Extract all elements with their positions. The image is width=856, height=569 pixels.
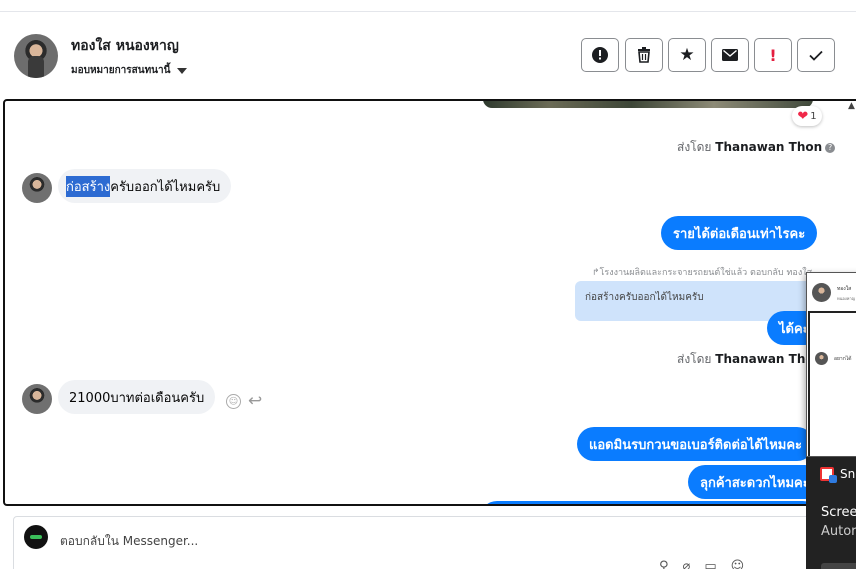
delete-button[interactable]	[625, 38, 663, 72]
contact-avatar[interactable]	[14, 34, 58, 78]
contact-avatar-small[interactable]	[22, 384, 52, 414]
composer-toolbar: ⚲ ⌀ ▭ ☺	[659, 559, 744, 569]
reply-context-text: โรงงานผลิตและกระจายรถยนต์ใช่แล้ว ตอบกลับ…	[599, 268, 813, 278]
notification-body: Autor	[821, 524, 856, 539]
alert-circle-icon	[592, 47, 608, 63]
reply-composer[interactable]: ตอบกลับใน Messenger... ⚲ ⌀ ▭ ☺	[13, 516, 813, 569]
scroll-up-arrow-icon[interactable]: ▲	[848, 101, 855, 111]
mark-unread-button[interactable]	[711, 38, 749, 72]
outgoing-message-partial[interactable]	[480, 501, 820, 504]
incoming-message[interactable]: 21000บาทต่อเดือนครับ	[58, 380, 216, 414]
star-button[interactable]: ★	[668, 38, 706, 72]
assign-conversation-dropdown[interactable]: มอบหมายการสนทนานี้	[71, 63, 188, 78]
sent-by-prefix: ส่งโดย	[677, 140, 712, 154]
reply-context-note: ↱โรงงานผลิตและกระจายรถยนต์ใช่แล้ว ตอบกลั…	[592, 265, 812, 279]
reply-arrow-icon: ↱	[592, 268, 600, 278]
outgoing-message[interactable]: แอดมินรบกวนขอเบอร์ติดต่อได้ไหมคะ	[577, 427, 815, 461]
reply-input-placeholder[interactable]: ตอบกลับใน Messenger...	[60, 532, 198, 551]
shared-photo-edge[interactable]	[483, 101, 813, 108]
attachment-icon[interactable]: ⌀	[683, 559, 691, 569]
star-icon: ★	[679, 45, 695, 65]
reply-icon[interactable]: ↩	[248, 391, 262, 411]
outgoing-message[interactable]: ลุกค้าสะดวกไหมคะ	[688, 465, 822, 499]
snipping-tool-icon	[820, 467, 837, 483]
add-reaction-icon[interactable]: ☺	[226, 394, 241, 409]
caret-down-icon	[177, 67, 188, 74]
emoji-icon[interactable]: ☺	[731, 559, 745, 569]
floating-chat-message: อยากได้	[834, 356, 852, 362]
envelope-icon	[722, 49, 738, 61]
outgoing-message[interactable]: รายได้ต่อเดือนเท่าไรคะ	[661, 216, 818, 250]
notification-action-button[interactable]	[821, 563, 856, 569]
mark-done-button[interactable]	[797, 38, 835, 72]
assign-label: มอบหมายการสนทนานี้	[71, 65, 171, 76]
floating-chat-avatar	[812, 283, 831, 302]
top-divider	[0, 0, 856, 12]
add-person-icon[interactable]: ⚲	[659, 559, 669, 569]
contact-avatar-small[interactable]	[22, 173, 52, 203]
heart-icon: ❤	[797, 108, 809, 124]
floating-chat-message-avatar	[815, 352, 828, 365]
sent-by-name: Thanawan Thon	[715, 140, 823, 154]
check-icon	[809, 50, 823, 61]
conversation-thread[interactable]: ❤ 1 ส่งโดย Thanawan Thon? ก่อสร้าง ครับออ…	[3, 99, 856, 506]
system-notification[interactable]: Sn Scree Autor	[806, 457, 856, 569]
notification-app-name: Sn	[840, 467, 856, 481]
sent-by-prefix: ส่งโดย	[677, 352, 712, 366]
page-avatar	[24, 525, 48, 549]
sent-by-label: ส่งโดย Thanawan Thon	[677, 350, 822, 369]
exclamation-icon: !	[769, 45, 777, 65]
gif-icon[interactable]: ▭	[704, 559, 716, 569]
reaction-badge[interactable]: ❤ 1	[792, 106, 822, 126]
floating-chat-name: ทองใส	[837, 286, 852, 292]
help-icon[interactable]: ?	[825, 143, 836, 153]
trash-icon	[638, 47, 650, 63]
inbox-window: ทองใส หนองหาญ มอบหมายการสนทนานี้ ★ ! ❤ 1…	[0, 0, 856, 569]
notification-header: Sn	[820, 467, 856, 483]
mark-spam-button[interactable]	[581, 38, 619, 72]
flag-important-button[interactable]: !	[754, 38, 792, 72]
selected-text: ก่อสร้าง	[66, 175, 111, 197]
floating-chat-subtitle: หนองหาญ	[837, 296, 856, 301]
sent-by-label: ส่งโดย Thanawan Thon?	[677, 138, 836, 157]
message-text: ครับออกได้ไหมครับ	[110, 179, 221, 195]
notification-title: Scree	[821, 505, 856, 520]
floating-chat-window[interactable]: ทองใส หนองหาญ อยากได้	[806, 272, 856, 457]
contact-name[interactable]: ทองใส หนองหาญ	[71, 35, 179, 57]
incoming-message[interactable]: ก่อสร้าง ครับออกได้ไหมครับ	[58, 169, 232, 203]
floating-chat-body	[808, 311, 856, 456]
reaction-count: 1	[810, 110, 817, 122]
